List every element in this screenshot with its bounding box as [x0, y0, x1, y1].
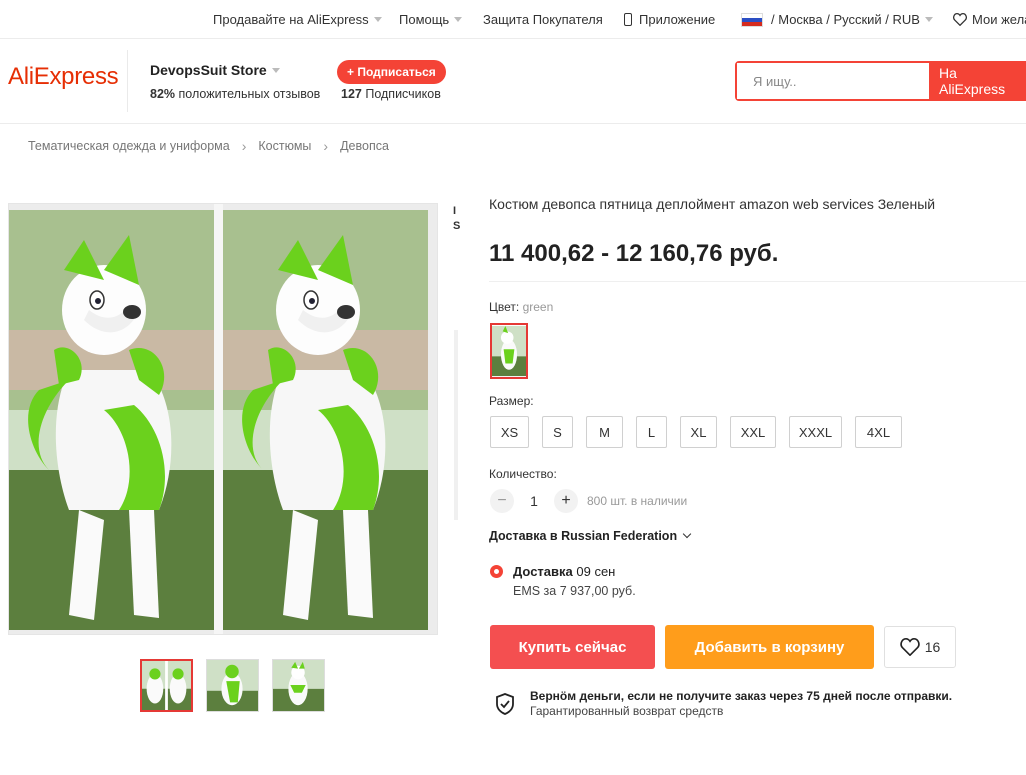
size-option[interactable]: L: [636, 416, 667, 448]
edge-text: S: [453, 220, 461, 232]
color-swatch-image: [492, 325, 526, 377]
shipping-destination: Доставка в Russian Federation: [489, 529, 678, 543]
header-divider-line: [0, 123, 1026, 124]
gallery-edge: I S: [438, 200, 460, 640]
buy-now-button[interactable]: Купить сейчас: [490, 625, 655, 669]
quantity-stepper: − 1 + 800 шт. в наличии: [490, 489, 687, 513]
chevron-right-icon: ›: [323, 138, 329, 154]
store-name: DevopsSuit Store: [150, 62, 267, 78]
main-product-image[interactable]: [8, 203, 438, 635]
caret-down-icon: [373, 17, 382, 22]
subscribers-count: 127 Подписчиков: [341, 87, 441, 101]
add-to-cart-button[interactable]: Добавить в корзину: [665, 625, 874, 669]
locale-label: / Москва / Русский / RUB: [771, 12, 920, 27]
app-link[interactable]: Приложение: [624, 12, 715, 27]
product-title: Костюм девопса пятница деплоймент amazon…: [489, 196, 936, 212]
edge-text: I: [453, 205, 457, 217]
guarantee-title: Вернӧм деньги, если не получите заказ че…: [530, 689, 953, 703]
guarantee-subtitle: Гарантированный возврат средств: [530, 704, 724, 718]
breadcrumb-item[interactable]: Тематическая одежда и униформа: [28, 139, 230, 153]
color-label-text: Цвет:: [489, 300, 520, 314]
size-option[interactable]: S: [542, 416, 573, 448]
chevron-down-icon: [682, 529, 692, 539]
caret-down-icon: [924, 17, 933, 22]
costume-photo: [9, 204, 437, 634]
thumbnail-3[interactable]: [272, 659, 325, 712]
phone-icon: [624, 13, 632, 26]
stock-count: 800 шт. в наличии: [587, 494, 688, 508]
subscribers-label: Подписчиков: [365, 87, 441, 101]
aliexpress-logo[interactable]: AliExpress: [8, 63, 119, 91]
store-rating: 82% положительных отзывов: [150, 87, 320, 101]
russia-flag-icon: [741, 12, 763, 27]
search-button[interactable]: На AliExpress: [929, 63, 1024, 99]
wishlist-button[interactable]: 16: [884, 626, 956, 668]
help-menu[interactable]: Помощь: [399, 12, 463, 27]
size-option[interactable]: 4XL: [855, 416, 902, 448]
color-option-green[interactable]: [490, 323, 528, 379]
sell-on-aliexpress-link[interactable]: Продавайте на AliExpress: [213, 12, 382, 27]
wishlist-label: Мои жела: [972, 12, 1026, 27]
thumbnail-image: [273, 660, 324, 711]
delivery-info: Доставка 09 сен: [513, 564, 615, 579]
wishlist-count: 16: [924, 639, 941, 655]
quantity-label: Количество:: [489, 467, 557, 481]
color-label: Цвет: green: [489, 300, 553, 314]
subscribers-number: 127: [341, 87, 362, 101]
size-option[interactable]: M: [586, 416, 623, 448]
breadcrumb-item[interactable]: Девопса: [340, 139, 389, 153]
subscribe-button[interactable]: + Подписаться: [337, 60, 446, 84]
thumbnail-image: [207, 660, 258, 711]
rating-label: положительных отзывов: [178, 87, 321, 101]
breadcrumb: Тематическая одежда и униформа › Костюмы…: [28, 138, 389, 154]
wishlist-link[interactable]: Мои жела: [953, 12, 1026, 27]
quantity-decrease-button[interactable]: −: [490, 489, 514, 513]
heart-icon: [900, 638, 920, 656]
caret-down-icon: [271, 67, 280, 73]
header-divider: [127, 50, 128, 112]
heart-icon: [953, 13, 967, 26]
delivery-option-radio[interactable]: [490, 565, 503, 578]
help-label: Помощь: [399, 12, 450, 27]
shipping-destination-selector[interactable]: Доставка в Russian Federation: [489, 529, 692, 543]
delivery-date: 09 сен: [576, 564, 616, 579]
sell-label: Продавайте на AliExpress: [213, 12, 369, 27]
app-label: Приложение: [639, 12, 716, 27]
divider: [489, 281, 1026, 282]
size-label: Размер:: [489, 394, 534, 408]
top-bar: Продавайте на AliExpress Помощь Защита П…: [0, 0, 1026, 39]
delivery-method: EMS за 7 937,00 руб.: [513, 584, 636, 598]
shield-check-icon: [496, 693, 514, 715]
buyer-protection-link[interactable]: Защита Покупателя: [483, 12, 603, 27]
size-option[interactable]: XXXL: [789, 416, 842, 448]
caret-down-icon: [454, 17, 463, 22]
search-bar: На AliExpress: [735, 61, 1026, 101]
scroll-bar: [454, 330, 458, 520]
store-name-link[interactable]: DevopsSuit Store: [150, 62, 280, 78]
size-options: XS S M L XL XXL XXXL 4XL: [490, 416, 915, 448]
thumbnail-2[interactable]: [206, 659, 259, 712]
delivery-label: Доставка: [513, 564, 573, 579]
thumbnail-1[interactable]: [140, 659, 193, 712]
locale-selector[interactable]: / Москва / Русский / RUB: [741, 12, 933, 27]
chevron-right-icon: ›: [241, 138, 247, 154]
size-option[interactable]: XS: [490, 416, 529, 448]
quantity-value[interactable]: 1: [514, 493, 554, 509]
rating-value: 82%: [150, 87, 176, 101]
search-input[interactable]: [737, 63, 929, 99]
product-price: 11 400,62 - 12 160,76 руб.: [489, 240, 779, 267]
thumbnail-image: [142, 661, 191, 710]
buyer-protection-label: Защита Покупателя: [483, 12, 603, 27]
breadcrumb-item[interactable]: Костюмы: [258, 139, 311, 153]
color-value: green: [522, 300, 554, 314]
size-option[interactable]: XL: [680, 416, 717, 448]
size-option[interactable]: XXL: [730, 416, 776, 448]
quantity-increase-button[interactable]: +: [554, 489, 578, 513]
